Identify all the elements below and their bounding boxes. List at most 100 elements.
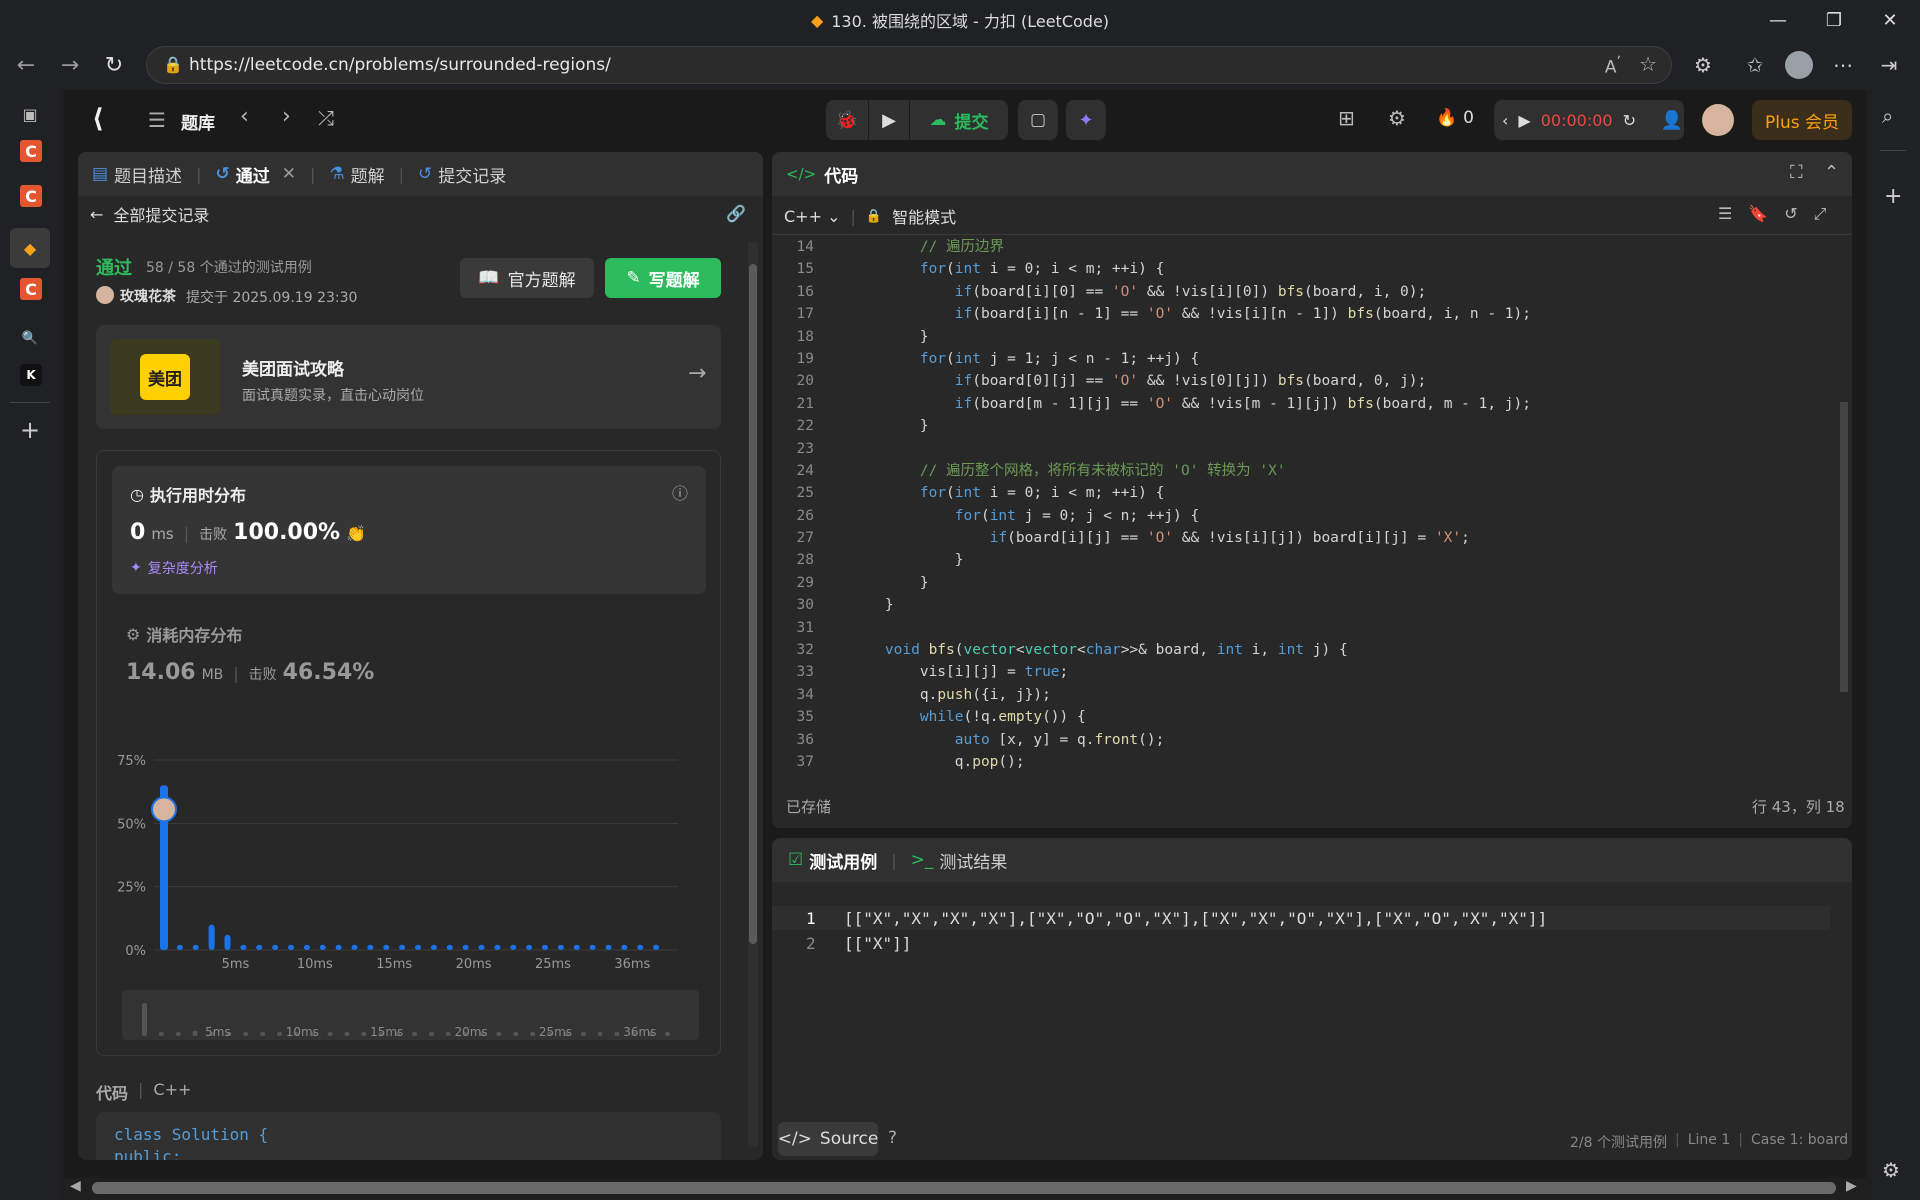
chart-bar[interactable] bbox=[557, 944, 564, 950]
maximize-icon[interactable]: ❐ bbox=[1806, 0, 1862, 40]
csdn-tab-icon-3[interactable]: C bbox=[20, 278, 42, 300]
write-solution-button[interactable]: ✎ 写题解 bbox=[605, 258, 721, 298]
chart-bar[interactable] bbox=[462, 944, 469, 950]
favorites-icon[interactable]: ✩ bbox=[1738, 48, 1772, 82]
k-app-tab-icon[interactable]: K bbox=[20, 364, 42, 386]
author-avatar[interactable] bbox=[96, 286, 114, 304]
language-select[interactable]: C++ ⌄ bbox=[784, 207, 840, 226]
chart-bar[interactable] bbox=[653, 944, 660, 950]
next-problem-icon[interactable]: › bbox=[282, 104, 291, 129]
chart-bar[interactable] bbox=[256, 944, 263, 950]
chart-bar[interactable] bbox=[351, 944, 358, 950]
left-scrollbar-thumb[interactable] bbox=[749, 264, 757, 944]
code-line[interactable]: 32 void bfs(vector<vector<char>>& board,… bbox=[772, 639, 1832, 661]
chart-bar[interactable] bbox=[208, 924, 215, 950]
more-menu-icon[interactable]: ⋯ bbox=[1826, 48, 1860, 82]
debug-icon[interactable]: 🐞 bbox=[826, 100, 868, 140]
plus-membership-button[interactable]: Plus 会员 bbox=[1752, 100, 1852, 140]
source-button[interactable]: </> Source bbox=[778, 1122, 878, 1156]
fullscreen-icon[interactable]: ⛶ bbox=[1790, 162, 1803, 183]
tab-actions-icon[interactable]: ▣ bbox=[14, 98, 46, 130]
csdn-tab-icon[interactable]: C bbox=[20, 140, 42, 162]
code-line[interactable]: 20 if(board[0][j] == 'O' && !vis[0][j]) … bbox=[772, 370, 1832, 392]
back-to-submissions[interactable]: ← 全部提交记录 bbox=[90, 202, 209, 226]
extensions-icon[interactable]: ⚙ bbox=[1686, 48, 1720, 82]
runtime-distribution-chart[interactable]: 75% 50% 25% 0% 5ms 10ms 15ms 20ms 25ms 36ms bbox=[98, 732, 698, 972]
tab-submissions[interactable]: ↺ 提交记录 bbox=[418, 162, 506, 187]
list-icon[interactable]: ☰ bbox=[148, 108, 166, 132]
code-line[interactable]: 34 q.push({i, j}); bbox=[772, 684, 1832, 706]
scroll-right-icon[interactable]: ▶ bbox=[1846, 1178, 1857, 1194]
runtime-card[interactable]: ◷ 执行用时分布 ⓘ 0 ms | 击败 100.00% 👏 ✦ 复杂度分析 bbox=[112, 466, 706, 594]
chart-bar[interactable] bbox=[446, 944, 453, 950]
run-play-icon[interactable]: ▶ bbox=[869, 100, 909, 140]
code-area[interactable]: 14 // 遍历边界 15 for(int i = 0; i < m; ++i) … bbox=[772, 236, 1832, 776]
complexity-analysis-link[interactable]: ✦ 复杂度分析 bbox=[130, 558, 218, 578]
my-submission-marker[interactable] bbox=[151, 796, 177, 823]
timer-collapse-icon[interactable]: ‹ bbox=[1502, 111, 1508, 130]
memory-header[interactable]: ⚙ 消耗内存分布 bbox=[126, 622, 242, 646]
prev-problem-icon[interactable]: ‹ bbox=[240, 104, 249, 129]
invite-user-icon[interactable]: 👤 bbox=[1652, 100, 1692, 140]
chart-bar[interactable] bbox=[573, 944, 580, 950]
code-line[interactable]: 30 } bbox=[772, 594, 1832, 616]
chart-bar[interactable] bbox=[367, 944, 374, 950]
forward-arrow-icon[interactable]: → bbox=[54, 50, 86, 80]
code-line[interactable]: 21 if(board[m - 1][j] == 'O' && !vis[m -… bbox=[772, 393, 1832, 415]
read-aloud-icon[interactable]: Aʼ bbox=[1605, 54, 1621, 78]
tab-test-result[interactable]: >_ 测试结果 bbox=[911, 848, 1008, 873]
info-icon[interactable]: ⓘ bbox=[672, 480, 688, 504]
search-tab-icon[interactable]: 🔍 bbox=[14, 322, 46, 354]
chart-bar[interactable] bbox=[399, 944, 406, 950]
code-line[interactable]: 17 if(board[i][n - 1] == 'O' && !vis[i][… bbox=[772, 303, 1832, 325]
code-line[interactable]: 16 if(board[i][0] == 'O' && !vis[i][0]) … bbox=[772, 281, 1832, 303]
code-line[interactable]: 25 for(int i = 0; i < m; ++i) { bbox=[772, 482, 1832, 504]
expand-icon[interactable]: ⤢ bbox=[1814, 204, 1827, 224]
submit-button[interactable]: ☁ 提交 bbox=[910, 100, 1008, 140]
code-line[interactable]: 18 } bbox=[772, 326, 1832, 348]
chart-bar[interactable] bbox=[176, 944, 183, 950]
code-line[interactable]: 31 bbox=[772, 617, 1832, 639]
chart-bar[interactable] bbox=[621, 944, 628, 950]
chart-bar[interactable] bbox=[526, 944, 533, 950]
code-line[interactable]: 14 // 遍历边界 bbox=[772, 236, 1832, 258]
chart-bar[interactable] bbox=[478, 944, 485, 950]
code-line[interactable]: 36 auto [x, y] = q.front(); bbox=[772, 729, 1832, 751]
shuffle-icon[interactable]: ⤮ bbox=[318, 106, 334, 130]
author-name[interactable]: 玫瑰花茶 bbox=[120, 286, 176, 306]
testcase-line[interactable]: [["X","X","X","X"],["X","O","O","X"],["X… bbox=[844, 909, 1547, 928]
chart-bar[interactable] bbox=[240, 944, 247, 950]
back-arrow-icon[interactable]: ← bbox=[10, 50, 42, 80]
close-window-icon[interactable]: ✕ bbox=[1862, 0, 1918, 40]
chart-bar[interactable] bbox=[430, 944, 437, 950]
timer-play-icon[interactable]: ▶ bbox=[1518, 111, 1530, 130]
chart-bar[interactable] bbox=[192, 944, 199, 950]
code-line[interactable]: 29 } bbox=[772, 572, 1832, 594]
code-line[interactable]: 35 while(!q.empty()) { bbox=[772, 706, 1832, 728]
submitted-code-block[interactable]: class Solution { public: bbox=[96, 1112, 721, 1160]
notes-icon[interactable]: ▢ bbox=[1018, 100, 1058, 140]
code-line[interactable]: 24 // 遍历整个网格，将所有未被标记的 'O' 转换为 'X' bbox=[772, 460, 1832, 482]
sidebar-toggle-icon[interactable]: ⇥ bbox=[1872, 48, 1906, 82]
bookmark-icon[interactable]: 🔖 bbox=[1748, 204, 1768, 224]
sidebar-search-icon[interactable]: ⌕ bbox=[1882, 104, 1893, 128]
chart-bar[interactable] bbox=[303, 944, 310, 950]
code-line[interactable]: 28 } bbox=[772, 549, 1832, 571]
leetcode-tab-icon[interactable]: ◆ bbox=[10, 228, 50, 268]
help-icon[interactable]: ? bbox=[888, 1128, 897, 1148]
chart-bar[interactable] bbox=[288, 944, 294, 950]
chart-bar[interactable] bbox=[637, 944, 644, 950]
ai-sparkle-icon[interactable]: ✦ bbox=[1066, 100, 1106, 140]
official-solution-button[interactable]: 📖 官方题解 bbox=[460, 258, 594, 298]
chart-bar[interactable] bbox=[542, 944, 548, 950]
minimize-icon[interactable]: — bbox=[1750, 0, 1806, 40]
sidebar-add-icon[interactable]: + bbox=[1884, 184, 1902, 209]
format-icon[interactable]: ☰ bbox=[1718, 204, 1732, 224]
chart-bar[interactable] bbox=[605, 944, 612, 950]
code-line[interactable]: 22 } bbox=[772, 415, 1832, 437]
chart-bar[interactable] bbox=[272, 944, 279, 950]
new-tab-plus-icon[interactable]: + bbox=[14, 414, 46, 446]
sidebar-settings-icon[interactable]: ⚙ bbox=[1882, 1158, 1900, 1182]
promo-card[interactable]: 美团 美团面试攻略 面试真题实录，直击心动岗位 → bbox=[96, 325, 721, 429]
close-tab-icon[interactable]: ✕ bbox=[282, 164, 296, 184]
